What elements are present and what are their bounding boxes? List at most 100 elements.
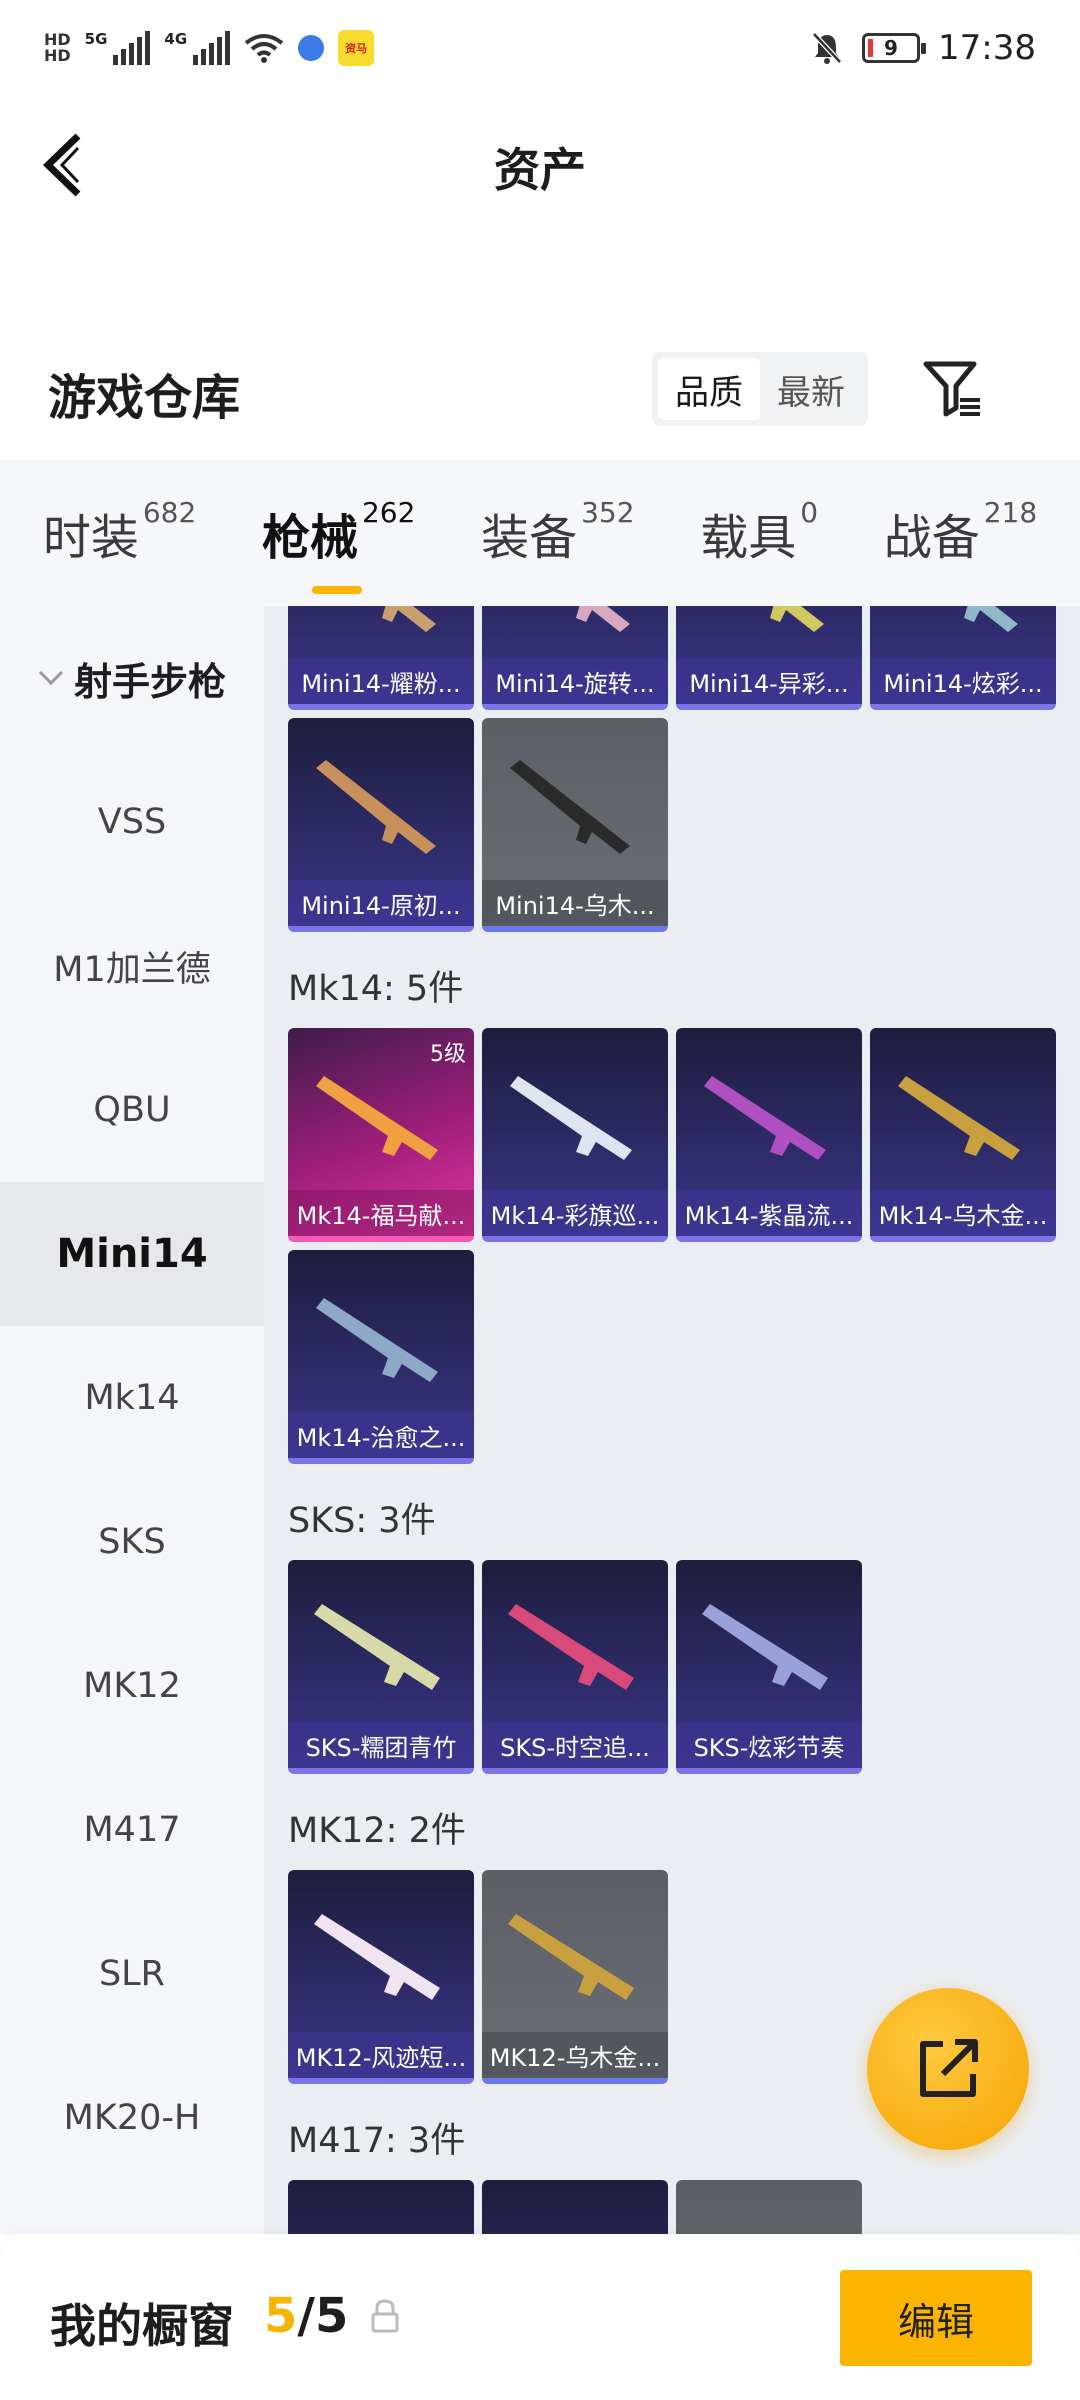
tab-label: 枪械 (261, 510, 358, 566)
tab-count: 0 (800, 496, 819, 529)
sidebar-item-m1-garand[interactable]: M1加兰德 (0, 894, 264, 1038)
tab-count: 218 (983, 496, 1038, 529)
section-label-mk14: Mk14: 5件 (288, 969, 464, 1009)
weapon-card[interactable] (288, 2180, 474, 2234)
weapon-card-name: Mk14-彩旗巡... (482, 1190, 668, 1236)
rifle-icon (508, 1604, 634, 1690)
weapon-level-badge: 5级 (430, 1042, 466, 1067)
weapon-card[interactable]: MK12-风迹短... (288, 1870, 474, 2084)
weapon-card[interactable]: Mini14-乌木... (482, 718, 668, 932)
tab-count: 682 (142, 496, 197, 529)
weapon-card-name: Mini14-异彩... (676, 658, 862, 704)
weapon-card[interactable]: Mk14-乌木金... (870, 1028, 1056, 1242)
rifle-icon (704, 1076, 826, 1160)
weapon-card-name: SKS-炫彩节奏 (676, 1722, 862, 1768)
weapon-card[interactable]: Mini14-炫彩... (870, 606, 1056, 710)
sidebar-item-sks[interactable]: SKS (0, 1470, 264, 1614)
bell-muted-icon (812, 32, 842, 64)
showcase-bar: 我的橱窗 5/5 编辑 (0, 2234, 1080, 2400)
weapon-card-name: Mk14-治愈之... (288, 1412, 474, 1458)
sort-toggle: 品质 最新 (652, 352, 868, 426)
rifle-icon (382, 606, 436, 632)
showcase-count: 5/5 (264, 2288, 348, 2344)
chevron-down-icon (38, 670, 64, 686)
weapon-card[interactable]: Mk14-治愈之... (288, 1250, 474, 1464)
rifle-icon (702, 1604, 828, 1690)
weapon-card[interactable]: SKS-炫彩节奏 (676, 1560, 862, 1774)
weapon-card[interactable]: Mini14-异彩... (676, 606, 862, 710)
tab-vehicles[interactable]: 载具 0 (700, 496, 819, 568)
rifle-icon (510, 760, 630, 854)
sidebar-category-label: 射手步枪 (73, 659, 226, 704)
sidebar-item-mk12[interactable]: MK12 (0, 1614, 264, 1758)
share-button[interactable] (867, 1988, 1029, 2150)
weapon-card-name: SKS-糯团青竹 (288, 1722, 474, 1768)
rifle-icon (898, 1076, 1020, 1160)
sidebar-item-vss[interactable]: VSS (0, 750, 264, 894)
sort-latest[interactable]: 最新 (760, 358, 862, 420)
rifle-icon (314, 1914, 440, 2000)
tab-count: 352 (581, 496, 635, 529)
network-type-4g: 4G (164, 30, 188, 48)
sidebar-item-qbu[interactable]: QBU (0, 1038, 264, 1182)
weapon-card-name: Mini14-乌木... (482, 880, 668, 926)
tab-equipment[interactable]: 装备 352 (481, 496, 635, 568)
sidebar-category[interactable]: 射手步枪 (0, 606, 264, 750)
weapon-card-name: Mk14-福马献... (288, 1190, 474, 1236)
sidebar-item-mk14[interactable]: Mk14 (0, 1326, 264, 1470)
sidebar-item-mk20h[interactable]: MK20-H (0, 2046, 264, 2190)
warehouse-header: 游戏仓库 品质 最新 (0, 330, 1080, 450)
rifle-icon (508, 1914, 634, 2000)
weapon-card[interactable] (482, 2180, 668, 2234)
weapon-card[interactable]: 5级 Mk14-福马献... (288, 1028, 474, 1242)
tab-label: 装备 (481, 510, 578, 566)
page-title: 资产 (494, 143, 586, 197)
weapon-card[interactable]: SKS-糯团青竹 (288, 1560, 474, 1774)
network-type-5g: 5G (84, 30, 108, 48)
tab-fashion[interactable]: 时装 682 (43, 496, 197, 568)
top-bar: 资产 (0, 96, 1080, 236)
tab-label: 战备 (883, 510, 980, 566)
weapon-card-name: SKS-时空追... (482, 1722, 668, 1768)
edit-button[interactable]: 编辑 (840, 2270, 1032, 2366)
weapon-card-name: Mk14-紫晶流... (676, 1190, 862, 1236)
app-badge-icon: 资马 (338, 30, 375, 66)
warehouse-title: 游戏仓库 (48, 370, 241, 426)
weapon-card[interactable] (676, 2180, 862, 2234)
sidebar-item-mini14[interactable]: Mini14 (0, 1182, 264, 1326)
tab-guns[interactable]: 枪械 262 (261, 496, 416, 594)
hd-indicator: HD HD (44, 30, 71, 65)
tab-label: 载具 (700, 510, 797, 566)
lock-icon (371, 2299, 399, 2333)
weapon-card[interactable]: Mini14-原初... (288, 718, 474, 932)
weapon-card-name: MK12-风迹短... (288, 2032, 474, 2078)
category-tabs: 时装 682 枪械 262 装备 352 载具 0 战备 218 (0, 460, 1080, 606)
weapon-card[interactable]: Mini14-耀粉... (288, 606, 474, 710)
rifle-icon (316, 1298, 438, 1382)
weapon-card[interactable]: MK12-乌木金... (482, 1870, 668, 2084)
sidebar-item-slr[interactable]: SLR (0, 1902, 264, 2046)
rifle-icon (316, 760, 436, 854)
status-bar: HD HD 5G 4G 资马 9 17:38 (0, 0, 1080, 96)
weapon-sidebar: 射手步枪 VSS M1加兰德 QBU Mini14 Mk14 SKS MK12 … (0, 606, 264, 2234)
section-label-sks: SKS: 3件 (288, 1501, 436, 1541)
showcase-label: 我的橱窗 (50, 2299, 234, 2353)
app-notification-icon (298, 35, 325, 61)
share-icon (920, 2039, 978, 2097)
showcase-current: 5 (264, 2288, 298, 2344)
weapon-card-name: Mini14-耀粉... (288, 658, 474, 704)
tab-supplies[interactable]: 战备 218 (883, 496, 1038, 568)
clock: 17:38 (938, 28, 1036, 68)
rifle-icon (576, 606, 630, 632)
weapon-card[interactable]: Mini14-旋转... (482, 606, 668, 710)
weapon-card[interactable]: SKS-时空追... (482, 1560, 668, 1774)
wifi-icon (244, 34, 284, 63)
sort-quality[interactable]: 品质 (658, 358, 760, 420)
rifle-icon (510, 1076, 632, 1160)
weapon-card-name: Mini14-原初... (288, 880, 474, 926)
weapon-card[interactable]: Mk14-彩旗巡... (482, 1028, 668, 1242)
tab-count: 262 (361, 496, 416, 529)
sidebar-item-m417[interactable]: M417 (0, 1758, 264, 1902)
weapon-card[interactable]: Mk14-紫晶流... (676, 1028, 862, 1242)
filter-icon[interactable] (920, 356, 986, 422)
